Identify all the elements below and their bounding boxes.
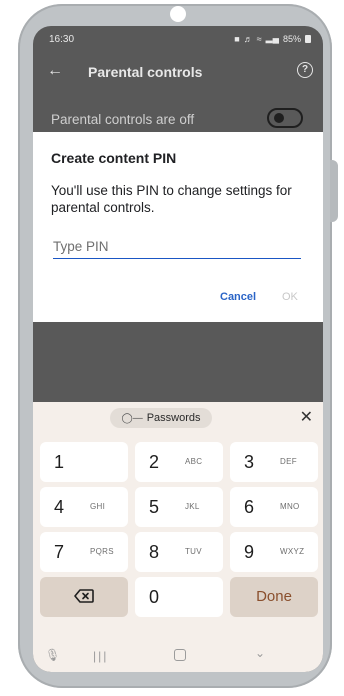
key-letters: PQRS	[90, 547, 114, 556]
key-digit: 3	[244, 452, 255, 472]
key-3[interactable]: 3 DEF	[230, 442, 318, 482]
mute-icon: ♬	[243, 33, 253, 44]
key-letters: DEF	[280, 457, 297, 466]
parental-controls-status-label: Parental controls are off	[51, 112, 195, 127]
key-6[interactable]: 6 MNO	[230, 487, 318, 527]
key-2[interactable]: 2 ABC	[135, 442, 223, 482]
front-camera	[170, 6, 186, 22]
key-digit: 1	[54, 452, 65, 472]
signal-icon: ▂▄	[265, 33, 279, 43]
phone-side-button	[330, 160, 338, 222]
key-digit: 4	[54, 497, 65, 517]
key-digit: 0	[149, 587, 160, 607]
passwords-chip[interactable]: ◯— Passwords	[110, 408, 212, 428]
status-bar: 16:30 ■ ♬ ≈ ▂▄ 85%	[33, 26, 323, 52]
page-title: Parental controls	[88, 64, 203, 80]
phone-screen: 16:30 ■ ♬ ≈ ▂▄ 85% ← Parental controls ?…	[33, 26, 323, 672]
key-4[interactable]: 4 GHI	[40, 487, 128, 527]
navigation-bar: 🎙 ||| ⌄	[33, 646, 323, 672]
passwords-chip-label: Passwords	[146, 412, 201, 424]
microphone-icon[interactable]: 🎙	[45, 648, 60, 662]
cancel-button[interactable]: Cancel	[218, 289, 258, 305]
key-1[interactable]: 1	[40, 442, 128, 482]
home-icon[interactable]	[174, 649, 186, 661]
backspace-icon	[74, 589, 94, 603]
status-icons: ■ ♬ ≈ ▂▄ 85%	[234, 33, 311, 44]
ok-button[interactable]: OK	[280, 289, 300, 305]
create-pin-dialog: Create content PIN You'll use this PIN t…	[33, 132, 323, 322]
keyboard-toolbar: ◯— Passwords ✕	[33, 402, 323, 434]
key-letters: TUV	[185, 547, 202, 556]
key-7[interactable]: 7 PQRS	[40, 532, 128, 572]
alarm-icon: ■	[234, 33, 240, 44]
battery-icon	[305, 34, 311, 43]
parental-controls-toggle[interactable]	[267, 108, 303, 128]
close-icon[interactable]: ✕	[300, 407, 313, 427]
numeric-keyboard: ◯— Passwords ✕ 1 2 ABC 3 DEF 4 GHI 5 JKL…	[33, 402, 323, 672]
toggle-knob	[274, 113, 284, 123]
wifi-icon: ≈	[256, 33, 262, 44]
key-digit: 9	[244, 542, 255, 562]
battery-percent: 85%	[282, 33, 301, 44]
done-label: Done	[256, 588, 292, 605]
key-9[interactable]: 9 WXYZ	[230, 532, 318, 572]
dialog-message: You'll use this PIN to change settings f…	[51, 183, 292, 215]
arrow-back-icon[interactable]: ←	[47, 62, 63, 80]
key-icon: ◯—	[121, 412, 143, 424]
key-digit: 2	[149, 452, 160, 472]
nav-back-chevron-icon[interactable]: ⌄	[255, 646, 265, 660]
key-letters: ABC	[185, 457, 203, 466]
status-time: 16:30	[49, 34, 75, 45]
key-letters: MNO	[280, 502, 300, 511]
key-digit: 6	[244, 497, 255, 517]
pin-input[interactable]	[53, 234, 301, 259]
dialog-title: Create content PIN	[51, 150, 177, 166]
key-5[interactable]: 5 JKL	[135, 487, 223, 527]
key-letters: WXYZ	[280, 547, 305, 556]
key-0[interactable]: 0	[135, 577, 223, 617]
key-digit: 7	[54, 542, 65, 562]
app-bar: ← Parental controls ?	[33, 56, 323, 92]
backspace-key[interactable]	[40, 577, 128, 617]
done-key[interactable]: Done	[230, 577, 318, 617]
key-digit: 5	[149, 497, 160, 517]
key-letters: GHI	[90, 502, 106, 511]
recents-icon[interactable]: |||	[93, 649, 108, 663]
help-icon[interactable]: ?	[297, 62, 313, 78]
key-digit: 8	[149, 542, 160, 562]
key-letters: JKL	[185, 502, 200, 511]
key-8[interactable]: 8 TUV	[135, 532, 223, 572]
